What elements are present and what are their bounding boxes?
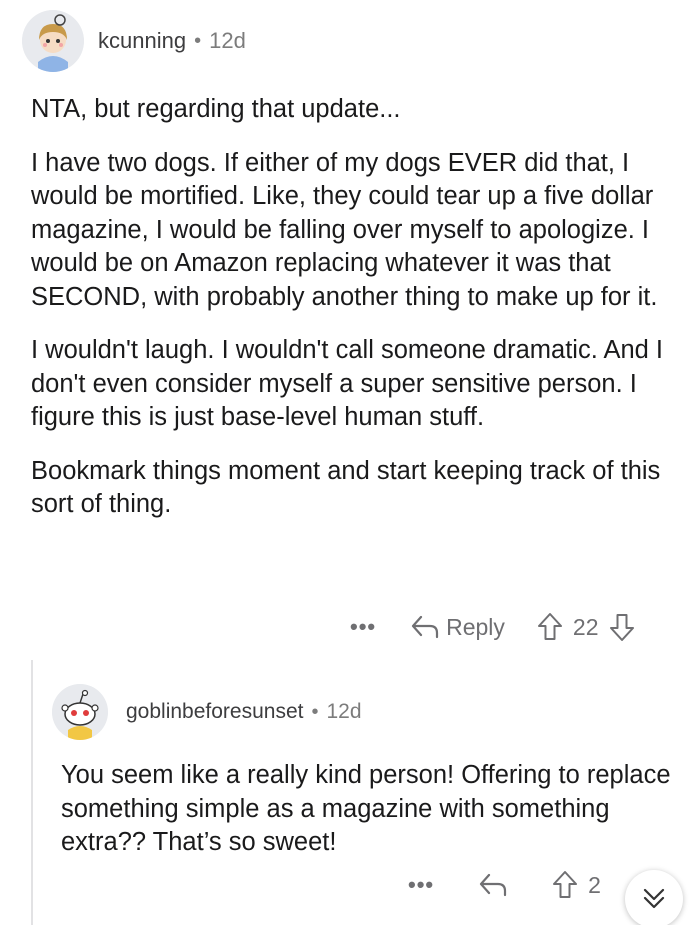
- reply-button[interactable]: Reply: [410, 614, 505, 641]
- user-avatar-icon: [22, 10, 84, 72]
- reply-body: You seem like a really kind person! Offe…: [61, 759, 681, 880]
- reply-paragraph: You seem like a really kind person! Offe…: [61, 761, 671, 856]
- reply-label: Reply: [446, 613, 505, 640]
- collapse-button[interactable]: [625, 870, 683, 925]
- reply-header: goblinbeforesunset • 12d: [52, 684, 362, 740]
- reply-username[interactable]: goblinbeforesunset: [126, 700, 303, 724]
- avatar[interactable]: [52, 684, 108, 740]
- separator-dot: •: [311, 700, 319, 723]
- comment-paragraph: Bookmark things moment and start keeping…: [31, 456, 661, 519]
- comment-paragraph: NTA, but regarding that update...: [31, 95, 401, 123]
- thread-line[interactable]: [31, 660, 33, 925]
- reply-arrow-icon[interactable]: [478, 872, 508, 898]
- separator-dot: •: [194, 29, 202, 52]
- comment-username[interactable]: kcunning: [98, 28, 186, 54]
- vote-count: 2: [588, 871, 601, 898]
- comment-paragraph: I wouldn't laugh. I wouldn't call someon…: [31, 336, 664, 431]
- more-options-button[interactable]: •••: [350, 614, 376, 640]
- downvote-arrow-icon[interactable]: [609, 612, 635, 642]
- comment-body: NTA, but regarding that update... I have…: [31, 93, 681, 542]
- comment-paragraph: I have two dogs. If either of my dogs EV…: [31, 148, 658, 311]
- snoo-avatar-icon: [52, 684, 108, 740]
- reply-actions: ••• 2: [408, 870, 611, 900]
- avatar[interactable]: [22, 10, 84, 72]
- upvote-arrow-icon[interactable]: [552, 870, 578, 900]
- more-options-button[interactable]: •••: [408, 872, 434, 898]
- comment-age: 12d: [209, 28, 246, 53]
- chevron-double-down-icon: [639, 884, 669, 914]
- vote-count: 22: [572, 613, 599, 640]
- reply-age: 12d: [326, 700, 362, 723]
- reply-arrow-icon: [410, 614, 440, 640]
- comment-header: kcunning • 12d: [22, 10, 246, 72]
- comment-actions: ••• Reply 22: [350, 612, 635, 642]
- upvote-arrow-icon[interactable]: [537, 612, 563, 642]
